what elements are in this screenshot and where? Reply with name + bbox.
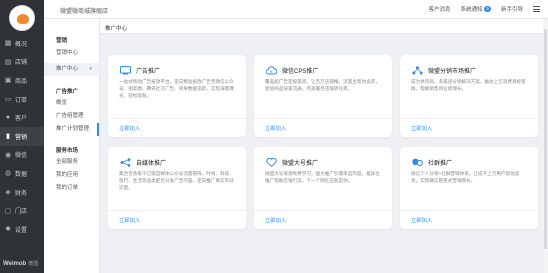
cloud-icon: ¥: [266, 66, 277, 75]
rail-item-data[interactable]: ◍ 数据: [0, 164, 44, 183]
hamburger-menu-icon[interactable]: [533, 6, 540, 12]
card-title: 微盟大号推广: [282, 161, 319, 167]
chevron-down-icon: ▾: [89, 66, 92, 72]
community-icon: [412, 158, 423, 167]
secondary-sidebar: 营销 营销中心 推广中心 ▾ 广告推广 概览 广告组管理 推广计划管理 服务市场 …: [44, 19, 100, 273]
shop-name: 微盟微商城旗舰店: [60, 9, 109, 15]
subnav-my-orders[interactable]: 我的订单: [44, 182, 99, 195]
card-divider: [400, 118, 538, 119]
main-content: 推广中心 广告推广 一站式移动广告投放平台，定向精准投放广告至微信公众号、朋友圈…: [100, 19, 548, 273]
rail-item-marketing[interactable]: ▮ 营销: [0, 126, 44, 146]
rail-item-finance[interactable]: ◈ 财务: [0, 183, 44, 202]
section-ad-promo: 广告推广: [56, 89, 79, 95]
join-now-link[interactable]: 立即加入: [265, 124, 286, 132]
rail-item-settings[interactable]: ✹ 设置: [0, 220, 44, 239]
notice-count-badge: 5: [484, 6, 491, 12]
section-service-market: 服务市场: [56, 148, 79, 154]
card-desc: 集合百余家千亿级自媒体公众号流量矩阵，时尚、科技、旅行、生活等品类配合分发广告内…: [119, 171, 234, 190]
finance-icon: ◈: [5, 189, 11, 197]
card-community: 社群推广 微信个人分销+社群营销体系，让成千上万用户帮他卖货，实现微信裂变式营销…: [400, 147, 538, 229]
system-notice-link[interactable]: 系统通知 5: [460, 5, 491, 13]
brand-name: Weimob: [3, 261, 27, 267]
share-icon: [120, 158, 131, 167]
rail-menu: ▦ 概况 ▤ 店铺 ▣ 商品 ▭ 订单 ● 客户 ▮ 营销 ◉ 微信 ◍ 数据 ◈ 财务 ▢ 门店 …: [0, 34, 44, 239]
orders-icon: ▭: [4, 96, 12, 104]
rail-item-goods[interactable]: ▣ 商品: [0, 71, 44, 90]
card-divider: [108, 118, 246, 119]
user-icon: ●: [5, 114, 11, 122]
top-links: 客户消息 系统通知 5 新手引导: [418, 5, 540, 13]
chart-icon: ◍: [4, 170, 12, 178]
subnav-my-apps[interactable]: 我的应用: [44, 169, 99, 182]
section-marketing: 营销: [56, 38, 68, 44]
customer-messages-link[interactable]: 客户消息: [428, 5, 450, 13]
subnav-overview[interactable]: 概览: [44, 97, 99, 110]
vertical-scrollbar[interactable]: [543, 19, 548, 273]
card-distribution-market: 微盟分销市场推广 成为供货商，多渠道分销解决方案，触达上亿消费目标客群，帮助销售…: [400, 55, 538, 137]
subnav-promo-label: 推广中心: [56, 66, 79, 72]
card-desc: 成为供货商，多渠道分销解决方案，触达上亿消费目标客群，帮助销售和业绩增长。: [411, 79, 526, 91]
marketing-icon: ▮: [6, 133, 10, 141]
subnav-marketing-center[interactable]: 营销中心: [44, 47, 99, 60]
card-title: 自媒体推广: [136, 161, 167, 167]
card-desc: 微信个人分销+社群营销体系，让成千上万用户帮他卖货，实现微信裂变式营销增长。: [411, 171, 520, 183]
network-icon: [412, 66, 423, 75]
rail-item-wechat[interactable]: ◉ 微信: [0, 146, 44, 165]
brand-sub: 微盟: [28, 261, 39, 267]
shop-icon: ▢: [4, 207, 12, 215]
scrollbar-thumb[interactable]: [544, 29, 547, 249]
subnav-ad-group-manage[interactable]: 广告组管理: [44, 110, 99, 123]
card-wechat-cps: ¥ 微信CPS推广 覆盖超广告定投渠道，让百万店铺推、流量主帮你卖货，促进商品快…: [254, 55, 392, 137]
svg-text:¥: ¥: [270, 70, 272, 74]
rail-item-store[interactable]: ▤ 店铺: [0, 53, 44, 72]
grid-icon: ▦: [4, 40, 12, 48]
left-rail: ▦ 概况 ▤ 店铺 ▣ 商品 ▭ 订单 ● 客户 ▮ 营销 ◉ 微信 ◍ 数据 ◈ 财务 ▢ 门店 …: [0, 0, 44, 273]
page-title: 推广中心: [105, 26, 128, 32]
wechat-icon: ◉: [4, 151, 12, 159]
join-now-link[interactable]: 立即加入: [411, 124, 432, 132]
card-desc: 覆盖超广告定投渠道，让百万店铺推、流量主帮你卖货，促进商品快速流通，完美服务店铺…: [265, 79, 380, 91]
monitor-icon: [120, 66, 131, 75]
card-divider: [400, 210, 538, 211]
subnav-ad-plan-manage[interactable]: 推广计划管理: [44, 123, 99, 136]
system-notice-label: 系统通知: [460, 7, 483, 13]
page-header: 推广中心: [100, 19, 548, 34]
join-now-link[interactable]: 立即加入: [411, 216, 432, 224]
card-weimob-bigv: 微盟大号推广 微盟大号资源免费学习，图文推广引爆单品热度，差异位推广帮助店铺引流…: [254, 147, 392, 229]
card-self-media: 自媒体推广 集合百余家千亿级自媒体公众号流量矩阵，时尚、科技、旅行、生活等品类配…: [108, 147, 246, 229]
rail-item-customers[interactable]: ● 客户: [0, 108, 44, 127]
goods-icon: ▣: [4, 77, 12, 85]
card-title: 微盟分销市场推广: [428, 69, 477, 75]
card-divider: [254, 210, 392, 211]
subnav-promo-center[interactable]: 推广中心 ▾: [44, 63, 99, 76]
rail-item-stores[interactable]: ▢ 门店: [0, 201, 44, 220]
join-now-link[interactable]: 立即加入: [119, 124, 140, 132]
top-bar: 微盟微商城旗舰店 客户消息 系统通知 5 新手引导: [44, 0, 548, 19]
card-divider: [108, 210, 246, 211]
gear-icon: ✹: [5, 226, 11, 234]
rail-item-overview[interactable]: ▦ 概况: [0, 34, 44, 53]
card-desc: 一站式移动广告投放平台，定向精准投放广告至微信公众号、朋友圈、腾讯社交广告、效果…: [119, 79, 234, 98]
subnav-all-services[interactable]: 全部服务: [44, 156, 99, 169]
heart-icon: [266, 158, 277, 167]
card-ad-promo: 广告推广 一站式移动广告投放平台，定向精准投放广告至微信公众号、朋友圈、腾讯社交…: [108, 55, 246, 137]
shop-logo[interactable]: [9, 5, 35, 31]
card-title: 社群推广: [428, 161, 453, 167]
rail-item-orders[interactable]: ▭ 订单: [0, 90, 44, 109]
store-icon: ▤: [4, 58, 12, 66]
card-desc: 微盟大号资源免费学习，图文推广引爆单品热度，差异位推广帮助店铺引流，下一个网红店…: [265, 171, 380, 183]
card-title: 广告推广: [136, 69, 161, 75]
join-now-link[interactable]: 立即加入: [119, 216, 140, 224]
beginner-guide-link[interactable]: 新手引导: [501, 5, 523, 13]
card-divider: [254, 118, 392, 119]
brand-label: Weimob 微盟: [3, 260, 38, 267]
card-title: 微信CPS推广: [282, 69, 319, 75]
logo-mark: [17, 14, 29, 24]
join-now-link[interactable]: 立即加入: [265, 216, 286, 224]
